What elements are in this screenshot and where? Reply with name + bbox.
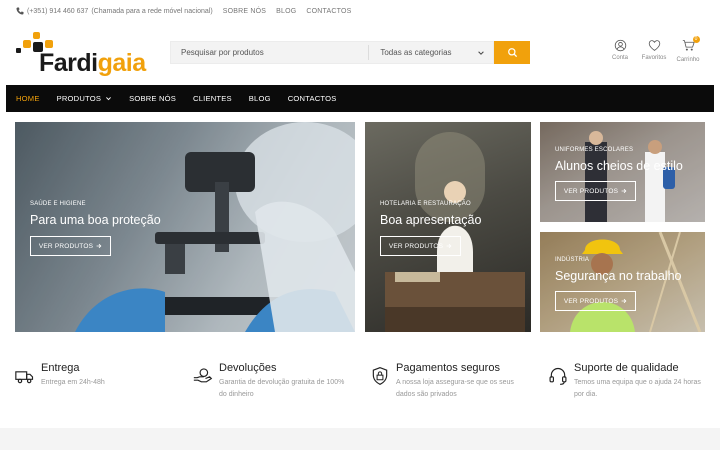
cart-count-badge: 0	[692, 36, 700, 43]
banner-health-label: SAÚDE E HIGIENE	[30, 201, 86, 207]
account-label: Conta	[611, 55, 628, 61]
header-actions: Conta Favoritos 0 Carrinho	[608, 36, 700, 63]
banner-health-title: Para uma boa proteção	[30, 213, 161, 227]
favorites-label: Favoritos	[641, 55, 667, 61]
arrow-right-icon	[621, 298, 627, 304]
nav-item-produtos-label: PRODUTOS	[56, 94, 102, 103]
search-bar: Todas as categorias	[170, 41, 494, 64]
hand-coin-icon	[193, 368, 213, 383]
top-link-about[interactable]: SOBRE NÓS	[223, 8, 266, 15]
feature-delivery: Entrega Entrega em 24h-48h	[15, 362, 165, 389]
banner-health[interactable]: SAÚDE E HIGIENE Para uma boa proteção VE…	[15, 122, 355, 332]
feature-delivery-title: Entrega	[41, 362, 80, 374]
chevron-down-icon	[478, 50, 484, 55]
feature-support: Suporte de qualidade Temos uma equipa qu…	[548, 362, 706, 401]
nav-item-contactos[interactable]: CONTACTOS	[288, 94, 337, 103]
banner-school-uniforms[interactable]: UNIFORMES ESCOLARES Alunos cheios de est…	[540, 122, 705, 222]
banner-industry-cta-label: VER PRODUTOS	[563, 297, 619, 305]
feature-secure-payments: Pagamentos seguros A nossa loja assegura…	[370, 362, 520, 401]
headset-icon	[549, 367, 567, 385]
feature-support-desc: Temos uma equipa que o ajuda 24 horas po…	[574, 379, 701, 398]
search-button[interactable]	[494, 41, 530, 64]
banner-industry[interactable]: INDÚSTRIA Segurança no trabalho VER PROD…	[540, 232, 705, 332]
banner-school-uniforms-cta-label: VER PRODUTOS	[563, 187, 619, 195]
site-header: Fardigaia Todas as categorias Conta Favo…	[0, 22, 720, 84]
top-link-blog[interactable]: BLOG	[276, 8, 296, 15]
banner-industry-label: INDÚSTRIA	[555, 257, 590, 263]
banner-industry-title: Segurança no trabalho	[555, 269, 682, 283]
chevron-down-icon	[106, 97, 112, 101]
banner-industry-cta[interactable]: VER PRODUTOS	[555, 291, 636, 311]
search-icon	[507, 48, 517, 58]
site-logo[interactable]: Fardigaia	[14, 28, 146, 80]
nav-item-produtos[interactable]: PRODUTOS	[57, 94, 113, 103]
banner-school-uniforms-title: Alunos cheios de estilo	[555, 159, 683, 173]
cart-link[interactable]: 0 Carrinho	[676, 36, 700, 63]
banner-school-uniforms-label: UNIFORMES ESCOLARES	[555, 147, 634, 153]
reception-illustration	[385, 132, 525, 332]
cart-label: Carrinho	[676, 57, 700, 63]
banner-health-cta-label: VER PRODUTOS	[38, 242, 94, 250]
banner-health-cta[interactable]: VER PRODUTOS	[30, 236, 111, 256]
banner-hospitality[interactable]: HOTELARIA E RESTAURAÇÃO Boa apresentação…	[365, 122, 531, 332]
nav-item-sobre-nos[interactable]: SOBRE NÓS	[129, 94, 176, 103]
phone-icon	[16, 7, 24, 15]
banner-hospitality-cta-label: VER PRODUTOS	[388, 242, 444, 250]
favorites-link[interactable]: Favoritos	[642, 39, 666, 63]
footer-band	[0, 428, 720, 450]
feature-returns: Devoluções Garantia de devolução gratuit…	[193, 362, 351, 401]
nav-item-blog[interactable]: BLOG	[249, 94, 271, 103]
top-link-contacts[interactable]: CONTACTOS	[306, 8, 351, 15]
nav-item-home[interactable]: HOME	[16, 94, 40, 103]
banner-hospitality-label: HOTELARIA E RESTAURAÇÃO	[380, 201, 471, 207]
truck-icon	[15, 371, 34, 384]
feature-secure-payments-desc: A nossa loja assegura-se que os seus dad…	[396, 379, 514, 398]
phone-note: (Chamada para a rede móvel nacional)	[91, 7, 213, 15]
feature-secure-payments-title: Pagamentos seguros	[396, 362, 500, 374]
feature-returns-desc: Garantia de devolução gratuita de 100% d…	[219, 379, 345, 398]
main-navigation: HOME PRODUTOS SOBRE NÓS CLIENTES BLOG CO…	[6, 85, 714, 112]
account-link[interactable]: Conta	[608, 39, 632, 63]
microscope-illustration	[15, 122, 355, 332]
banner-hospitality-title: Boa apresentação	[380, 213, 482, 227]
phone-contact[interactable]: (+351) 914 460 637 (Chamada para a rede …	[16, 7, 213, 15]
arrow-right-icon	[621, 188, 627, 194]
banner-school-uniforms-cta[interactable]: VER PRODUTOS	[555, 181, 636, 201]
feature-delivery-desc: Entrega em 24h-48h	[41, 379, 105, 386]
category-select-label: Todas as categorias	[380, 48, 452, 57]
shield-lock-icon	[372, 367, 388, 385]
user-icon	[614, 39, 626, 52]
heart-icon	[648, 40, 660, 51]
logo-wordmark: Fardigaia	[39, 49, 146, 77]
phone-number: (+351) 914 460 637	[27, 7, 89, 15]
arrow-right-icon	[446, 243, 452, 249]
banner-hospitality-cta[interactable]: VER PRODUTOS	[380, 236, 461, 256]
nav-item-clientes[interactable]: CLIENTES	[193, 94, 232, 103]
top-bar: (+351) 914 460 637 (Chamada para a rede …	[0, 0, 720, 22]
feature-returns-title: Devoluções	[219, 362, 277, 374]
category-select[interactable]: Todas as categorias	[369, 48, 493, 57]
search-input[interactable]	[171, 42, 369, 63]
feature-support-title: Suporte de qualidade	[574, 362, 679, 374]
features-row: Entrega Entrega em 24h-48h Devoluções Ga…	[0, 362, 720, 412]
arrow-right-icon	[96, 243, 102, 249]
